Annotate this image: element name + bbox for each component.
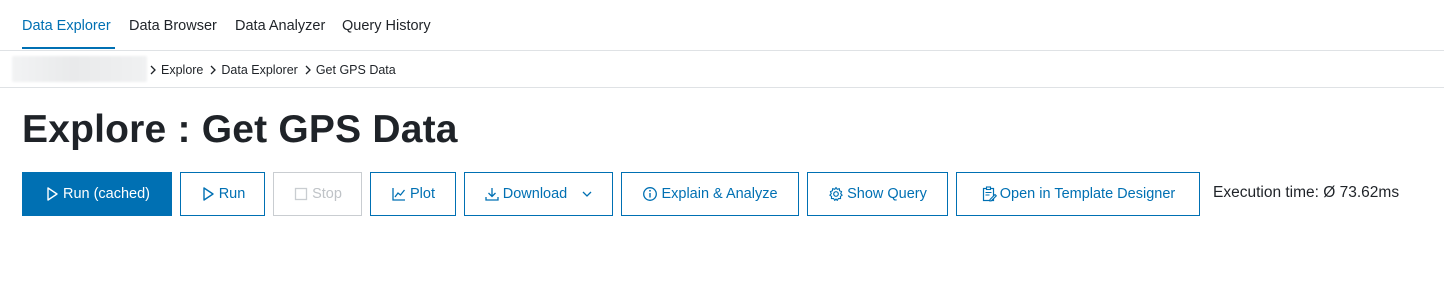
page-title: Explore : Get GPS Data: [22, 108, 458, 151]
top-tab-bar: Data Explorer Data Browser Data Analyzer…: [0, 0, 1444, 51]
tab-query-history[interactable]: Query History: [342, 17, 431, 35]
stop-icon: [294, 187, 308, 201]
explain-analyze-button[interactable]: Explain & Analyze: [621, 172, 799, 216]
play-icon: [47, 187, 58, 201]
play-icon: [202, 187, 214, 201]
plot-label: Plot: [410, 186, 435, 202]
breadcrumb-explore[interactable]: Explore: [161, 62, 203, 78]
stop-button[interactable]: Stop: [273, 172, 362, 216]
chart-line-icon: [392, 188, 406, 201]
download-label: Download: [502, 186, 568, 202]
execution-time: Execution time: Ø 73.62ms: [1213, 184, 1400, 201]
active-tab-indicator: [22, 47, 115, 49]
stop-label: Stop: [312, 186, 342, 202]
tab-data-explorer[interactable]: Data Explorer: [22, 17, 111, 35]
open-template-designer-label: Open in Template Designer: [999, 186, 1176, 202]
breadcrumb: Explore Data Explorer Get GPS Data: [148, 62, 401, 78]
run-cached-label: Run (cached): [62, 186, 151, 202]
plot-button[interactable]: Plot: [370, 172, 456, 216]
explain-analyze-label: Explain & Analyze: [661, 186, 778, 202]
gear-icon: [829, 186, 843, 201]
breadcrumb-root-redacted: [12, 56, 147, 82]
show-query-label: Show Query: [847, 186, 927, 202]
run-label: Run: [218, 186, 246, 202]
chevron-down-icon: [582, 191, 592, 197]
info-icon: [643, 187, 658, 201]
tab-data-analyzer[interactable]: Data Analyzer: [235, 17, 325, 35]
open-template-designer-button[interactable]: Open in Template Designer: [956, 172, 1200, 216]
clipboard-edit-icon: [982, 186, 997, 202]
tab-data-browser[interactable]: Data Browser: [129, 17, 217, 35]
chevron-right-icon: [305, 65, 311, 75]
show-query-button[interactable]: Show Query: [807, 172, 948, 216]
run-cached-button[interactable]: Run (cached): [22, 172, 172, 216]
chevron-right-icon: [150, 65, 156, 75]
run-button[interactable]: Run: [180, 172, 265, 216]
download-icon: [485, 188, 499, 201]
breadcrumb-data-explorer[interactable]: Data Explorer: [221, 62, 297, 78]
chevron-right-icon: [210, 65, 217, 75]
breadcrumb-current-page: Get GPS Data: [315, 63, 396, 77]
breadcrumb-bar: Explore Data Explorer Get GPS Data: [0, 51, 1444, 88]
download-button[interactable]: Download: [464, 172, 613, 216]
